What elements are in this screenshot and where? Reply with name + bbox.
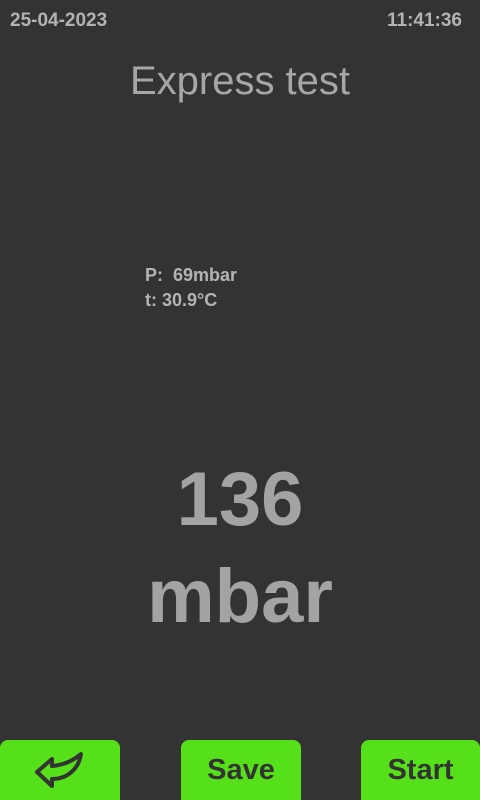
save-button[interactable]: Save <box>181 740 301 800</box>
temperature-readout: t: 30.9°C <box>145 290 218 310</box>
back-button[interactable] <box>0 740 120 800</box>
page-title: Express test <box>129 59 351 103</box>
main-value-unit: mbar <box>147 554 333 639</box>
sensor-readouts: P: 69mbar t: 30.9°C <box>145 263 237 313</box>
return-arrow-icon <box>34 750 86 790</box>
status-date: 25-04-2023 <box>10 10 108 31</box>
status-time: 11:41:36 <box>386 10 462 31</box>
pressure-readout: P: 69mbar <box>145 265 238 285</box>
main-value-number: 136 <box>176 457 304 542</box>
start-button[interactable]: Start <box>361 740 480 800</box>
